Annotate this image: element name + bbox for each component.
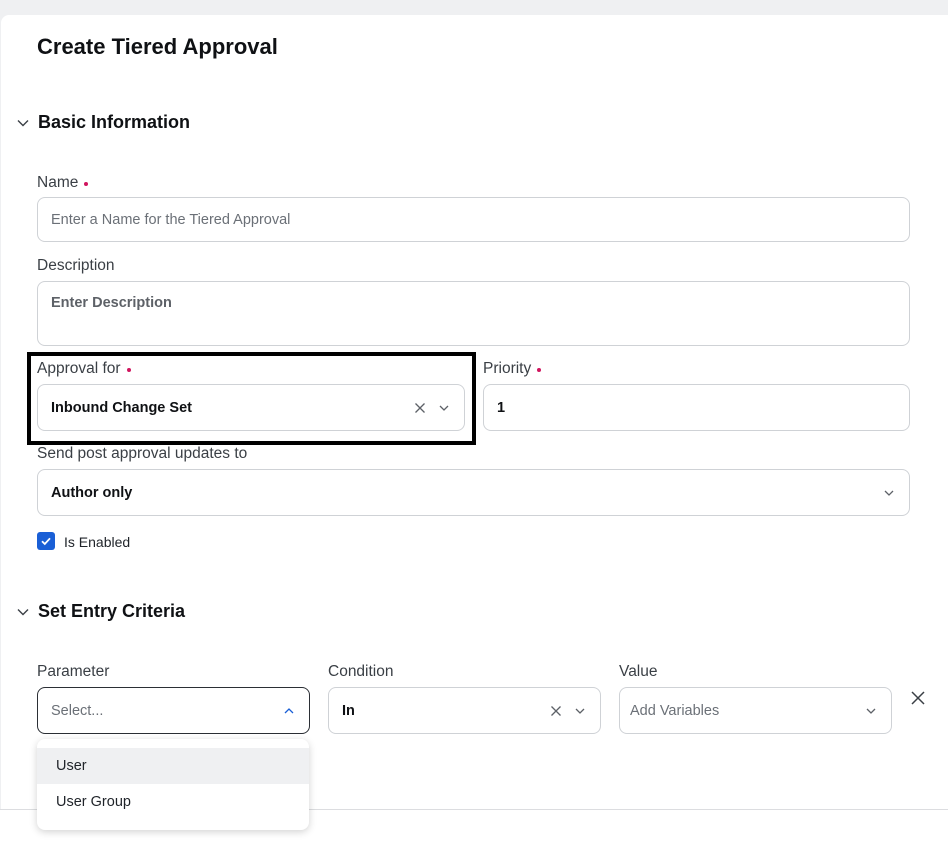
chevron-down-icon[interactable] [437,401,451,415]
priority-input[interactable]: 1 [483,384,910,431]
section-title: Set Entry Criteria [38,601,186,621]
post-updates-label-text: Send post approval updates to [37,445,248,462]
section-basic-information[interactable]: Basic Information [16,112,190,133]
chevron-down-icon [16,116,30,130]
is-enabled-label: Is Enabled [64,534,131,550]
page-title: Create Tiered Approval [37,34,278,59]
name-label-text: Name [37,174,79,191]
approval-for-label: Approval for [37,360,131,378]
name-input[interactable]: Enter a Name for the Tiered Approval [37,197,910,242]
check-icon [41,537,51,546]
condition-value: In [342,702,355,719]
approval-for-label-text: Approval for [37,360,121,377]
chevron-down-icon[interactable] [864,704,878,718]
priority-label-text: Priority [483,360,532,377]
is-enabled-checkbox[interactable] [37,532,55,550]
priority-value: 1 [497,399,506,416]
chevron-down-icon[interactable] [882,486,896,500]
chevron-down-icon [16,605,30,619]
dropdown-option-user[interactable]: User [37,748,309,784]
value-select[interactable]: Add Variables [619,687,892,734]
chevron-up-icon[interactable] [282,704,296,718]
post-updates-label: Send post approval updates to [37,445,247,463]
chevron-down-icon[interactable] [573,704,587,718]
value-label: Value [619,663,658,680]
post-updates-value: Author only [51,484,133,501]
description-textarea[interactable]: Enter Description [37,281,910,346]
approval-for-select[interactable]: Inbound Change Set [37,384,465,431]
condition-select[interactable]: In [328,687,601,734]
approval-for-value: Inbound Change Set [51,399,192,416]
required-dot [84,182,89,186]
description-label-text: Description [37,257,115,274]
dropdown-option-user-group[interactable]: User Group [37,784,309,820]
parameter-label: Parameter [37,663,110,680]
clear-x-icon[interactable] [549,704,563,718]
parameter-placeholder: Select... [51,702,104,719]
required-dot [537,368,542,372]
close-icon[interactable] [909,689,927,707]
name-label: Name [37,174,89,192]
clear-x-icon[interactable] [413,401,427,415]
section-title: Basic Information [38,112,191,132]
condition-label: Condition [328,663,394,680]
required-dot [126,368,131,372]
description-placeholder: Enter Description [51,295,172,311]
description-label: Description [37,257,115,275]
priority-label: Priority [483,360,542,378]
parameter-select[interactable]: Select... [37,687,310,734]
parameter-dropdown-menu: User User Group [37,739,309,830]
name-placeholder: Enter a Name for the Tiered Approval [51,211,291,228]
section-set-entry-criteria[interactable]: Set Entry Criteria [16,601,185,622]
value-placeholder: Add Variables [630,702,720,719]
post-updates-select[interactable]: Author only [37,469,910,516]
